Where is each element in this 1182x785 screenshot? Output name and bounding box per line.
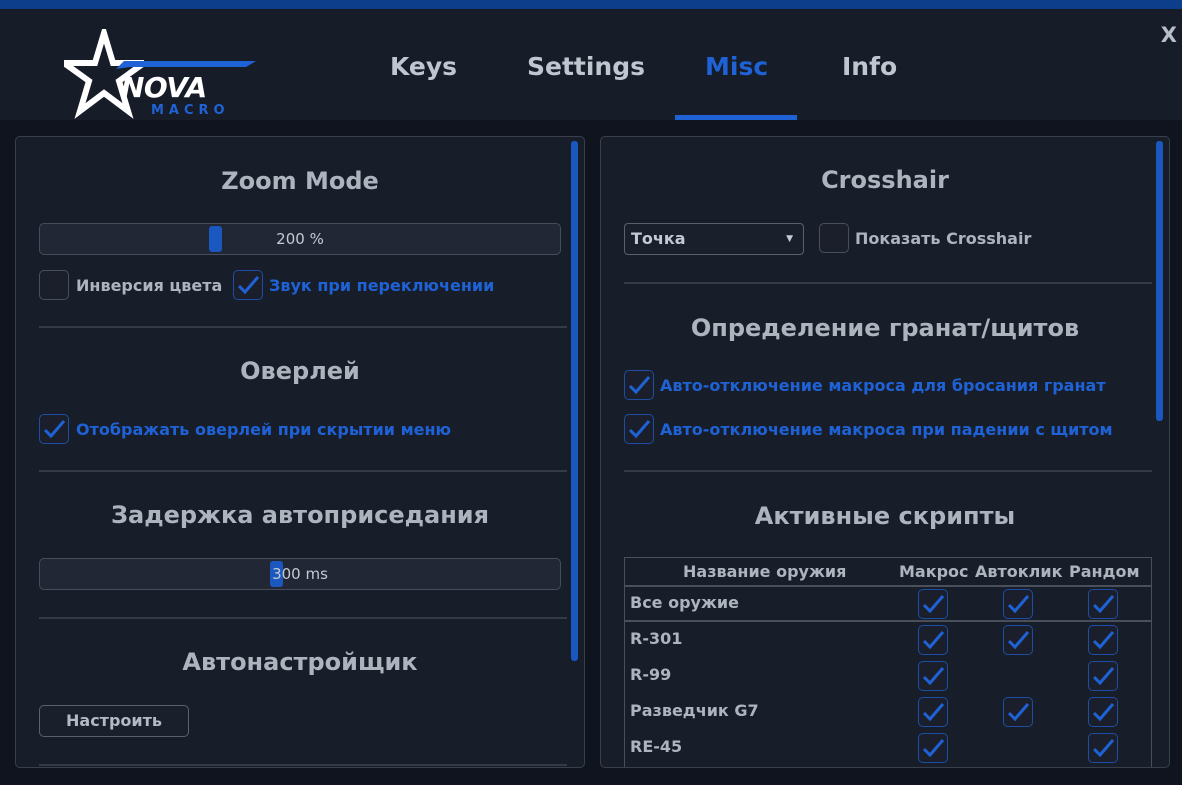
macro-checkbox[interactable] (918, 661, 948, 691)
divider (624, 470, 1152, 472)
divider (39, 326, 567, 328)
header-divider (625, 585, 1151, 587)
tab-settings[interactable]: Settings (527, 52, 645, 81)
switch-sound-checkbox[interactable] (233, 270, 263, 300)
checkmark-icon (1092, 739, 1115, 758)
weapon-name: R-301 (630, 629, 683, 648)
show-overlay-label: Отображать оверлей при скрытии меню (76, 420, 452, 439)
zoom-slider[interactable]: 200 % (39, 223, 561, 255)
invert-color-label: Инверсия цвета (76, 276, 223, 295)
tab-keys[interactable]: Keys (390, 52, 457, 81)
random-checkbox[interactable] (1088, 625, 1118, 655)
checkmark-icon (1007, 595, 1030, 614)
random-checkbox[interactable] (1088, 661, 1118, 691)
logo-swoosh-icon (116, 61, 256, 69)
checkmark-icon (922, 667, 945, 686)
grenade-disable-checkbox[interactable] (624, 370, 654, 400)
divider (624, 282, 1152, 284)
shield-disable-checkbox[interactable] (624, 414, 654, 444)
invert-color-checkbox[interactable] (39, 270, 69, 300)
divider (39, 470, 567, 472)
chevron-down-icon: ▼ (786, 234, 793, 244)
grenade-detect-title: Определение гранат/щитов (690, 314, 1080, 342)
right-settings-panel: Crosshair Точка ▼ Показать Crosshair Опр… (600, 136, 1170, 768)
checkmark-icon (1007, 703, 1030, 722)
checkmark-icon (628, 376, 651, 395)
macro-checkbox[interactable] (918, 589, 948, 619)
checkmark-icon (43, 420, 66, 439)
row-divider (625, 620, 1151, 622)
left-settings-panel: Zoom Mode 200 % Инверсия цвета Звук при … (15, 136, 585, 768)
show-crosshair-checkbox[interactable] (819, 223, 849, 253)
checkmark-icon (237, 276, 260, 295)
active-scripts-table: Название оружия Макрос Автоклик Рандом В… (624, 557, 1152, 767)
checkmark-icon (628, 420, 651, 439)
weapon-name: Разведчик G7 (630, 701, 759, 720)
checkmark-icon (1092, 595, 1115, 614)
zoom-mode-title: Zoom Mode (221, 167, 379, 195)
checkmark-icon (922, 595, 945, 614)
show-crosshair-label: Показать Crosshair (855, 229, 1032, 248)
random-checkbox[interactable] (1088, 589, 1118, 619)
switch-sound-label: Звук при переключении (269, 276, 495, 295)
logo-subtitle: MACRO (151, 103, 230, 118)
tab-misc[interactable]: Misc (705, 52, 768, 81)
logo-word: NOVA (121, 71, 207, 104)
crouch-delay-title: Задержка автоприседания (110, 501, 490, 529)
macro-checkbox[interactable] (918, 625, 948, 655)
weapon-name: R-99 (630, 665, 672, 684)
close-button[interactable]: X (1161, 23, 1177, 47)
macro-checkbox[interactable] (918, 697, 948, 727)
checkmark-icon (922, 703, 945, 722)
random-checkbox[interactable] (1088, 697, 1118, 727)
crouch-delay-slider[interactable]: 300 ms (39, 558, 561, 590)
autotuner-title: Автонастройщик (182, 648, 418, 676)
weapon-name: RE-45 (630, 737, 683, 756)
zoom-slider-value: 200 % (276, 230, 324, 248)
column-header-autoclick: Автоклик (975, 562, 1063, 581)
tab-info[interactable]: Info (842, 52, 897, 81)
checkmark-icon (1007, 631, 1030, 650)
weapon-name: Все оружие (630, 593, 739, 612)
grenade-disable-label: Авто-отключение макроса для бросания гра… (660, 376, 1106, 395)
divider (39, 617, 567, 619)
macro-checkbox[interactable] (918, 733, 948, 763)
configure-button[interactable]: Настроить (39, 705, 189, 737)
autoclick-checkbox[interactable] (1003, 625, 1033, 655)
left-scrollbar[interactable] (571, 141, 578, 661)
autoclick-checkbox[interactable] (1003, 589, 1033, 619)
active-tab-indicator (675, 115, 797, 120)
checkmark-icon (1092, 667, 1115, 686)
crosshair-type-select[interactable]: Точка ▼ (624, 223, 804, 255)
active-scripts-title: Активные скрипты (754, 502, 1016, 530)
header-bar: NOVA MACRO Keys Settings Misc Info X (0, 9, 1182, 120)
random-checkbox[interactable] (1088, 733, 1118, 763)
shield-disable-label: Авто-отключение макроса при падении с щи… (660, 420, 1113, 439)
overlay-title: Оверлей (240, 357, 360, 385)
crosshair-type-value: Точка (631, 229, 686, 248)
checkmark-icon (922, 631, 945, 650)
crosshair-title: Crosshair (821, 166, 949, 194)
crouch-slider-value: 300 ms (272, 565, 328, 583)
autoclick-checkbox[interactable] (1003, 697, 1033, 727)
top-accent-strip (0, 0, 1182, 9)
show-overlay-checkbox[interactable] (39, 414, 69, 444)
column-header-weapon: Название оружия (683, 562, 847, 581)
checkmark-icon (1092, 703, 1115, 722)
app-logo: NOVA MACRO (64, 29, 256, 121)
column-header-macro: Макрос (899, 562, 969, 581)
checkmark-icon (922, 739, 945, 758)
column-header-random: Рандом (1069, 562, 1140, 581)
divider (39, 764, 567, 766)
checkmark-icon (1092, 631, 1115, 650)
